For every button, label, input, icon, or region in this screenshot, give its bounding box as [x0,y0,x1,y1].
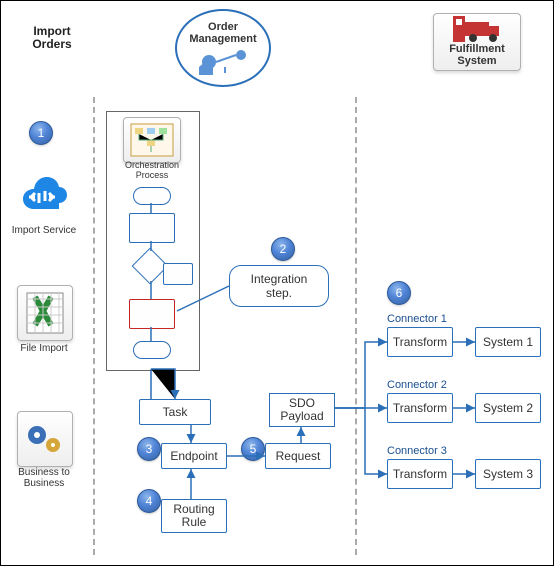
step-2-badge: 2 [271,237,295,261]
lane-divider-2 [355,97,357,555]
flow-start-shape [133,187,171,205]
diagram-canvas: Import Orders Order Management Fulfillme… [0,0,554,566]
lane-header-order-mgmt-circle: Order Management [175,9,271,87]
sdo-payload-node: SDO Payload [269,393,335,427]
import-service-label: Import Service [9,225,79,236]
connector-2-title: Connector 2 [387,379,447,391]
connector-1-title: Connector 1 [387,313,447,325]
connector-3-title: Connector 3 [387,445,447,457]
step-6-badge: 6 [387,281,411,305]
connector-1-system: System 1 [475,327,541,357]
order-mgmt-icon [195,45,251,75]
flow-branch-shape [163,263,193,285]
b2b-label: Business to Business [9,467,79,489]
integration-step-callout: Integration step. [229,265,329,307]
connector-3-transform: Transform [387,459,453,489]
file-import-label: File Import [9,343,79,354]
b2b-icon-box [17,411,73,467]
file-import-icon-box [17,285,73,341]
connector-1-transform: Transform [387,327,453,357]
step-3-badge: 3 [137,437,161,461]
step-5-badge: 5 [241,437,265,461]
lane-header-order-mgmt: Order Management [177,21,269,45]
gears-icon [23,421,67,457]
orchestration-label: Orchestration Process [115,161,189,181]
flow-step-red-shape [129,299,175,329]
orchestration-icon-box [123,117,181,163]
lane-header-import: Import Orders [17,25,87,51]
truck-icon [453,16,501,44]
cloud-icon [15,171,71,227]
step-1-badge: 1 [29,121,53,145]
lane-header-fulfillment: Fulfillment System [434,44,520,67]
connector-2-transform: Transform [387,393,453,423]
connector-3-system: System 3 [475,459,541,489]
connector-2-system: System 2 [475,393,541,423]
routing-rule-node: Routing Rule [161,499,227,533]
flow-end-shape [133,341,171,359]
task-node: Task [139,399,211,425]
step-4-badge: 4 [137,489,161,513]
lane-divider-1 [93,97,95,555]
endpoint-node: Endpoint [161,443,227,469]
orchestration-icon [129,122,175,158]
flow-step-1-shape [129,213,175,243]
request-node: Request [265,443,331,469]
lane-header-fulfillment-box: Fulfillment System [433,13,521,71]
spreadsheet-icon [25,291,65,335]
